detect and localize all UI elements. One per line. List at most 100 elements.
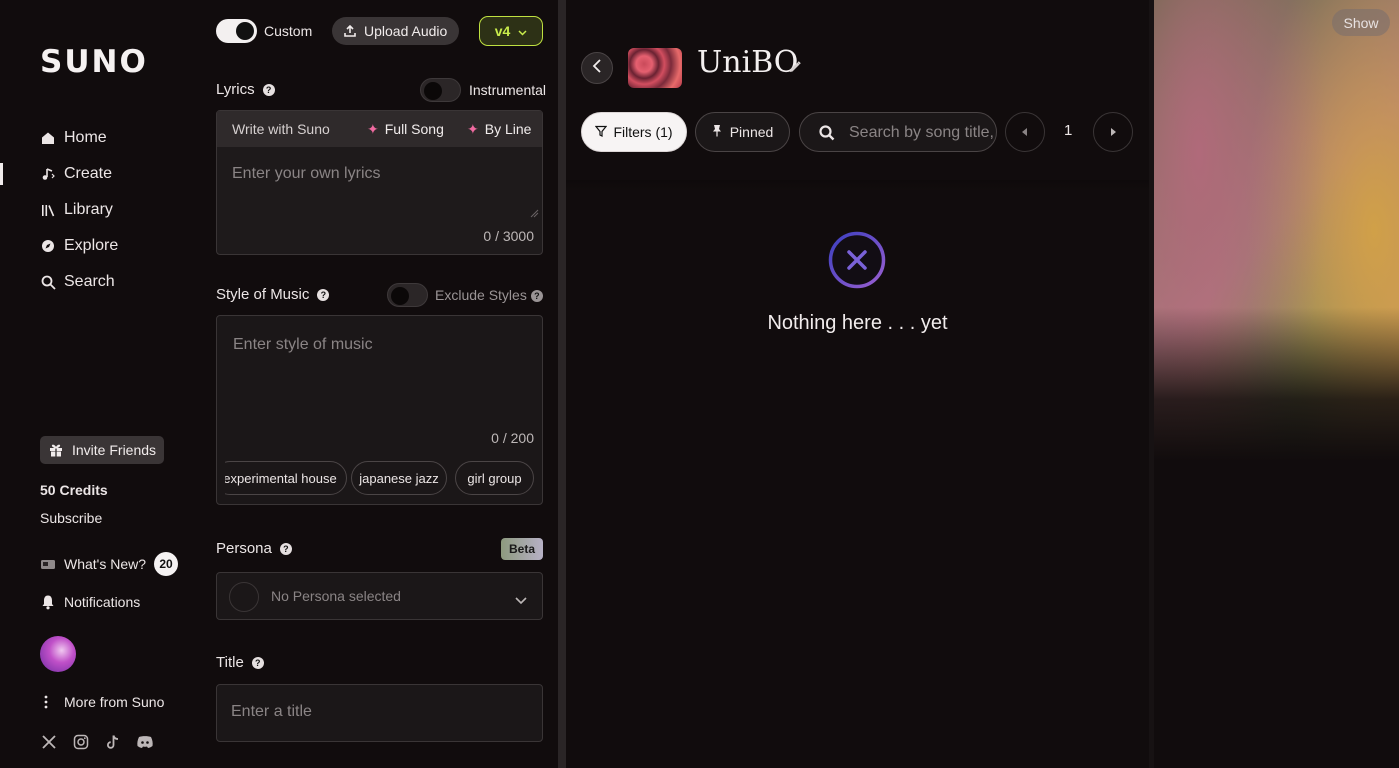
- lyrics-editor: Write with Suno ✦ Full Song ✦ By Line En…: [216, 110, 543, 255]
- main-nav: Home Create Library Explore Search: [0, 120, 200, 300]
- nav-search-label: Search: [64, 273, 115, 290]
- exclude-styles-label: Exclude Styles: [435, 287, 527, 303]
- discord-icon[interactable]: [136, 730, 154, 754]
- whats-new-button[interactable]: What's New? 20: [40, 552, 179, 576]
- workspace-thumbnail: [628, 48, 682, 88]
- style-label: Style of Music: [216, 286, 310, 303]
- pinned-label: Pinned: [729, 124, 774, 140]
- persona-heading: Persona?: [216, 540, 292, 557]
- workspace-panel: UniBO Filters (1) Pinned Search by song …: [566, 0, 1149, 768]
- sparkle-icon: ✦: [467, 120, 479, 137]
- help-icon[interactable]: ?: [530, 290, 543, 303]
- style-suggestions: experimental house japanese jazz girl gr…: [225, 461, 535, 495]
- style-chip[interactable]: girl group: [455, 461, 534, 495]
- instagram-icon[interactable]: [72, 730, 90, 754]
- beta-badge: Beta: [501, 538, 543, 560]
- nav-search[interactable]: Search: [0, 264, 200, 300]
- lyrics-label: Lyrics: [216, 81, 255, 98]
- style-heading: Style of Music?: [216, 286, 330, 303]
- search-icon: [40, 274, 56, 290]
- subscribe-link[interactable]: Subscribe: [40, 510, 102, 526]
- search-icon: [819, 125, 835, 141]
- style-chip[interactable]: experimental house: [225, 461, 347, 495]
- page-number: 1: [1064, 122, 1073, 139]
- cover-art-panel: Show: [1149, 0, 1399, 768]
- model-version-value: v4: [494, 23, 511, 39]
- bell-icon: [40, 594, 56, 610]
- lyrics-tabs: Write with Suno ✦ Full Song ✦ By Line: [217, 111, 542, 147]
- custom-toggle[interactable]: [216, 19, 257, 43]
- style-input[interactable]: Enter style of music: [233, 336, 373, 354]
- music-note-icon: [40, 166, 56, 182]
- lyrics-heading: Lyrics?: [216, 81, 275, 98]
- workspace-title: UniBO: [697, 45, 799, 80]
- help-icon[interactable]: ?: [262, 84, 275, 97]
- home-icon: [40, 130, 56, 146]
- lyrics-input[interactable]: Enter your own lyrics: [232, 165, 381, 183]
- title-input[interactable]: Enter a title: [231, 703, 312, 721]
- upload-audio-button[interactable]: Upload Audio: [332, 17, 460, 45]
- sidebar: SUNO Home Create Library Explore Search …: [0, 0, 200, 768]
- tiktok-icon[interactable]: [104, 730, 122, 754]
- more-from-suno-label: More from Suno: [64, 694, 165, 710]
- tab-by-line-label: By Line: [484, 121, 532, 137]
- caret-left-icon: [1022, 123, 1028, 141]
- user-avatar[interactable]: [40, 636, 76, 672]
- kebab-menu-icon: [40, 694, 56, 710]
- tab-write-with-suno[interactable]: Write with Suno: [232, 121, 330, 137]
- model-version-select[interactable]: v4: [479, 16, 543, 46]
- edit-pencil-icon[interactable]: [788, 60, 802, 74]
- custom-label: Custom: [264, 23, 313, 39]
- style-editor: Enter style of music 0 / 200 experimenta…: [216, 315, 543, 505]
- empty-state-x-icon: [828, 231, 886, 289]
- suno-logo[interactable]: SUNO: [40, 44, 148, 80]
- invite-friends-button[interactable]: Invite Friends: [40, 436, 165, 464]
- help-icon[interactable]: ?: [317, 289, 330, 302]
- compass-icon: [40, 238, 56, 254]
- nav-home-label: Home: [64, 129, 107, 146]
- filters-label: Filters (1): [613, 124, 673, 140]
- chevron-down-icon: [515, 592, 527, 610]
- pin-icon: [712, 124, 722, 140]
- persona-select[interactable]: No Persona selected: [216, 572, 543, 620]
- upload-audio-label: Upload Audio: [364, 23, 448, 39]
- instrumental-label: Instrumental: [469, 82, 547, 98]
- tab-full-song[interactable]: ✦ Full Song: [367, 121, 444, 138]
- nav-explore[interactable]: Explore: [0, 228, 200, 264]
- tab-by-line[interactable]: ✦ By Line: [467, 121, 531, 138]
- show-button[interactable]: Show: [1332, 9, 1390, 36]
- back-button[interactable]: [581, 52, 613, 84]
- pinned-button[interactable]: Pinned: [695, 112, 790, 152]
- style-chip[interactable]: japanese jazz: [351, 461, 447, 495]
- notifications-label: Notifications: [64, 594, 141, 610]
- newspaper-icon: [40, 556, 56, 572]
- persona-value: No Persona selected: [271, 588, 401, 604]
- instrumental-toggle[interactable]: [420, 78, 461, 102]
- invite-friends-label: Invite Friends: [72, 442, 157, 458]
- help-icon[interactable]: ?: [251, 657, 264, 670]
- lyrics-char-counter: 0 / 3000: [483, 228, 534, 244]
- x-twitter-icon[interactable]: [40, 730, 58, 754]
- notifications-button[interactable]: Notifications: [40, 594, 140, 610]
- filter-funnel-icon: [595, 124, 608, 140]
- chevron-left-icon: [592, 58, 602, 78]
- chevron-down-icon: [518, 23, 527, 39]
- nav-create[interactable]: Create: [0, 156, 200, 192]
- exclude-styles-heading: Exclude Styles?: [435, 287, 543, 303]
- more-from-suno-button[interactable]: More from Suno: [40, 694, 164, 710]
- resize-handle-icon[interactable]: [530, 205, 539, 223]
- nav-library[interactable]: Library: [0, 192, 200, 228]
- next-page-button[interactable]: [1093, 112, 1133, 152]
- whats-new-count-badge: 20: [154, 552, 179, 576]
- song-search-input[interactable]: Search by song title, s: [799, 112, 997, 152]
- prev-page-button[interactable]: [1005, 112, 1045, 152]
- title-heading: Title?: [216, 654, 264, 671]
- panel-resize-divider[interactable]: [558, 0, 566, 768]
- library-icon: [40, 202, 56, 218]
- filters-button[interactable]: Filters (1): [581, 112, 687, 152]
- title-input-wrapper: Enter a title: [216, 684, 543, 742]
- nav-home[interactable]: Home: [0, 120, 200, 156]
- song-search-placeholder: Search by song title, s: [849, 124, 997, 141]
- help-icon[interactable]: ?: [279, 543, 292, 556]
- exclude-styles-toggle[interactable]: [387, 283, 428, 307]
